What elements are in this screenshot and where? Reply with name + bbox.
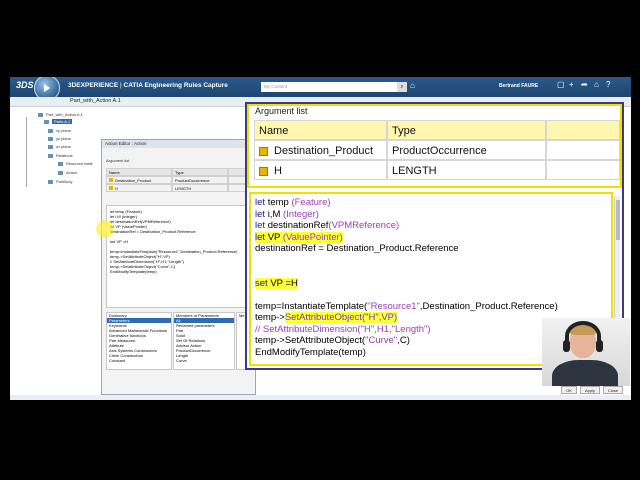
arg-type: LENGTH [172,184,228,192]
tree-item-root[interactable]: Part_with_Action A.1 [38,112,83,118]
help-icon[interactable]: ? [606,80,610,89]
parameter-icon [259,146,268,156]
arg-name: H [274,165,282,177]
close-button[interactable]: Close [603,386,623,394]
code-line: destinationRef = Destination_Product.Ref… [255,243,459,254]
list-item[interactable]: Curve [174,358,234,363]
plane-icon [48,144,53,149]
tree-item-partbody[interactable]: PartBody [48,179,72,185]
search-icon[interactable]: ⌕ [397,82,407,92]
argument-table: Name Type Destination_Product ProductOcc… [106,168,252,192]
webcam-overlay [542,318,630,386]
part-icon [44,119,49,124]
document-title[interactable]: Part_with_Action A.1 [70,98,121,104]
code-line: let destinationRef(VPMReference) [255,220,400,231]
dictionary-list[interactable]: Dictionary Parameters Keywords Advanced … [106,312,172,370]
arg-name: H [115,186,118,191]
headphone-ear-right [596,340,603,352]
action-icon [58,170,63,175]
table-row[interactable]: Destination_Product ProductOccurrence [106,176,252,184]
code-line: EndModifyTemplate(temp) [110,269,157,274]
tree-connector [26,117,27,187]
column-header-type[interactable]: Type [172,168,228,176]
app-title: 3DEXPERIENCE | CATIA Engineering Rules C… [68,82,228,89]
plane-icon [48,128,53,133]
tree-item-relations[interactable]: Relations [48,153,73,159]
tree-item-yz-plane[interactable]: yz plane [48,136,71,142]
parameter-icon [109,178,113,182]
parameter-icon [259,166,268,176]
code-line: let i,M (Integer) [255,208,319,220]
cursor-highlight [96,220,114,238]
product-icon [38,112,43,117]
status-bar [10,395,631,400]
table-row[interactable]: H LENGTH [254,160,620,180]
ok-button[interactable]: OK [561,386,577,394]
brand-logo[interactable]: 3DS [16,80,34,90]
list-item[interactable]: Constant [107,358,171,363]
share-icon[interactable]: ➦ [581,80,588,89]
tree-item-parts[interactable]: Parts A.1 [44,119,73,125]
table-header: Name Type [106,168,252,176]
arg-type: LENGTH [387,160,546,180]
arg-name: Destination_Product [115,178,152,183]
table-row[interactable]: Destination_Product ProductOccurrence [254,140,620,160]
dictionary-panel: Dictionary Parameters Keywords Advanced … [106,312,252,372]
column-header-name[interactable]: Name [106,168,172,176]
parameter-icon [109,186,113,190]
argument-list-label: Argument list [106,158,130,163]
column-header-empty [546,120,620,140]
arg-type: ProductOccurrence [387,140,546,160]
argument-list-label: Argument list [255,106,308,116]
arg-name: Destination_Product [274,145,374,157]
table-icon [58,161,63,166]
headphone-ear-left [563,340,570,352]
code-line: set VP =H [255,277,298,289]
action-editor-dialog: Action Editor : Action Argument list Nam… [101,139,256,395]
tree-item-zx-plane[interactable]: zx plane [48,144,71,150]
tree-item-action[interactable]: Action [58,170,77,176]
code-line: temp=InstantiateTemplate("Resource1",Des… [255,300,558,312]
code-line: let temp (Feature) [255,197,331,208]
body-icon [48,179,53,184]
presenter-body [552,360,618,386]
code-line: let VP (ValuePointer) [255,231,343,243]
arg-type: ProductOccurrence [172,176,228,184]
top-bar: 3DS 3DEXPERIENCE | CATIA Engineering Rul… [10,77,631,101]
brand-name: 3DEXPERIENCE [68,82,119,89]
search-input[interactable]: My Content [261,82,397,92]
scrollbar-thumb[interactable] [616,200,620,240]
add-icon[interactable]: + [569,80,574,89]
home-icon[interactable]: ⌂ [594,80,599,89]
zoomed-argument-list: Argument list Name Type Destination_Prod… [247,104,622,188]
chat-icon[interactable]: ▢ [557,80,565,89]
argument-table: Name Type Destination_Product ProductOcc… [254,120,620,180]
table-row[interactable]: H LENGTH [106,184,252,192]
tag-icon[interactable]: ⌂ [410,81,415,90]
column-header-type[interactable]: Type [387,120,546,140]
members-list[interactable]: Members of Parameters All Renamed parame… [173,312,235,370]
code-editor[interactable]: let temp (Feature) let i,M (Integer) let… [106,205,252,308]
dialog-title[interactable]: Action Editor : Action [102,140,255,148]
user-name[interactable]: Bertrand FAURE [499,83,538,89]
table-header: Name Type [254,120,620,140]
relations-icon [48,153,53,158]
tree-item-resource-table[interactable]: Resource table [58,161,93,167]
plane-icon [48,136,53,141]
app-name: CATIA Engineering Rules Capture [123,82,228,89]
column-header-name[interactable]: Name [254,120,387,140]
tree-item-xy-plane[interactable]: xy plane [48,128,71,134]
app-window: 3DS 3DEXPERIENCE | CATIA Engineering Rul… [10,77,631,400]
apply-button[interactable]: Apply [580,386,600,394]
